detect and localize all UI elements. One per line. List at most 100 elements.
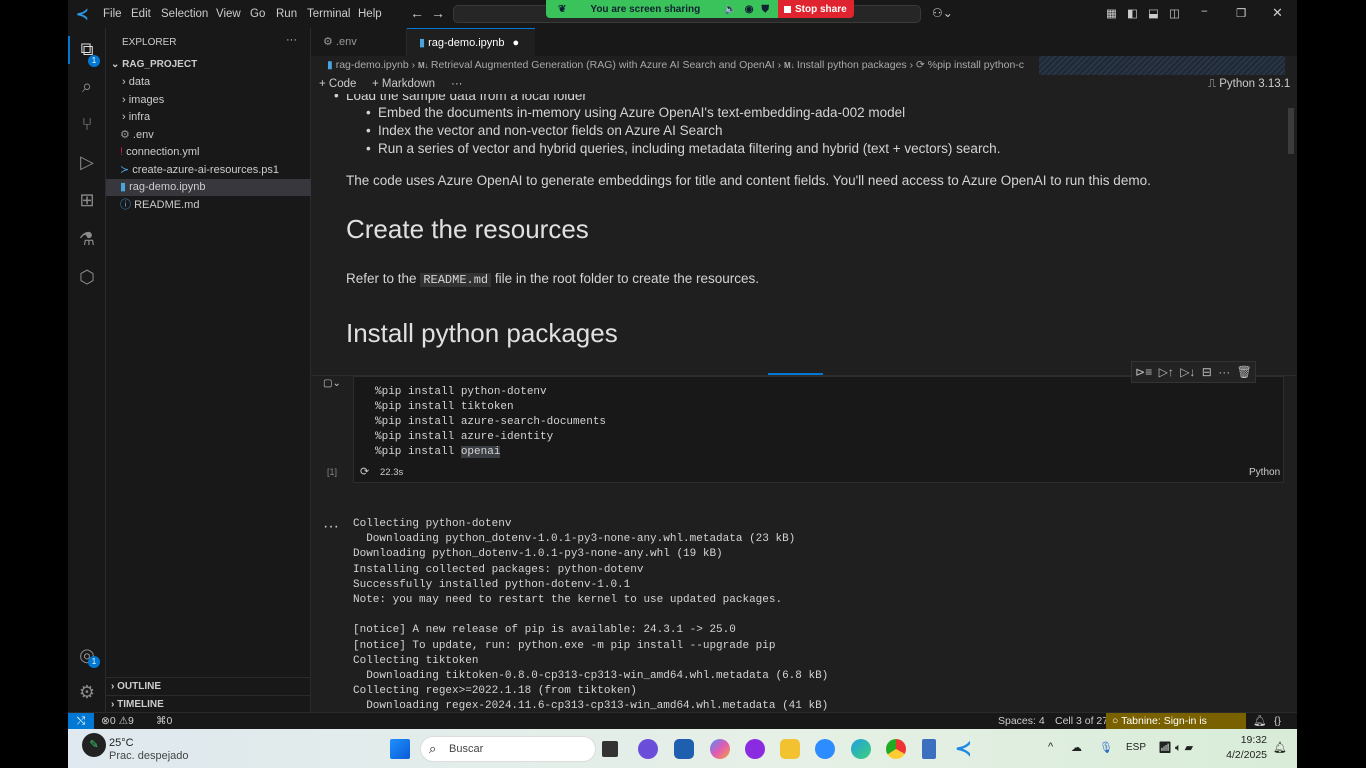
explorer-title: EXPLORER	[122, 37, 177, 48]
vscode-taskbar-icon[interactable]: ≺	[955, 739, 975, 759]
forward-arrow-icon[interactable]: →	[431, 5, 445, 21]
cell-select-icon[interactable]: ▢⌄	[323, 378, 341, 389]
run-by-line-icon[interactable]: ⊳≡	[1135, 365, 1152, 379]
toggle-secondary-sidebar-icon[interactable]: ◫	[1169, 6, 1180, 20]
unsaved-dot-icon[interactable]: ●	[513, 37, 520, 49]
title-bar: ≺ File Edit Selection View Go Run Termin…	[68, 0, 1297, 28]
search-icon[interactable]: ⌕	[76, 75, 98, 97]
menu-help[interactable]: Help	[358, 8, 382, 20]
tree-file-rag-demo[interactable]: ▮ rag-demo.ipynb	[106, 179, 311, 196]
search-icon: ⌕	[429, 741, 437, 756]
menu-terminal[interactable]: Terminal	[307, 8, 350, 20]
microphone-icon[interactable]: 🎙︎	[1099, 741, 1113, 754]
menu-edit[interactable]: Edit	[131, 8, 151, 20]
heading-install-packages: Install python packages	[346, 318, 618, 348]
project-root[interactable]: ⌄ RAG_PROJECT	[106, 56, 311, 73]
code-line: %pip install openai	[375, 446, 501, 458]
kernel-picker[interactable]: ⎍ Python 3.13.1	[1208, 75, 1290, 94]
output-line: Installing collected packages: python-do…	[353, 563, 644, 576]
tree-file-readme[interactable]: ⓘ README.md	[106, 197, 311, 214]
explorer-sidebar: EXPLORER ··· ⌄ RAG_PROJECT › data › imag…	[106, 28, 311, 712]
notebook-icon: ▮	[419, 37, 429, 49]
bullet: Index the vector and non-vector fields o…	[366, 123, 722, 138]
add-code-cell-button[interactable]: + Code	[319, 75, 356, 94]
taskbar-search[interactable]: ⌕ Buscar	[420, 736, 596, 762]
weather-icon[interactable]: ✎	[82, 733, 106, 757]
add-markdown-cell-button[interactable]: + Markdown	[372, 75, 435, 94]
remote-icon[interactable]: ⤭	[68, 713, 94, 730]
tree-file-ps1[interactable]: ≻ create-azure-ai-resources.ps1	[106, 162, 311, 179]
language-indicator[interactable]: ESP	[1126, 742, 1146, 753]
clock-time[interactable]: 19:32	[1233, 734, 1267, 746]
execute-below-icon[interactable]: ▷↓	[1180, 365, 1195, 379]
menu-selection[interactable]: Selection	[161, 8, 208, 20]
windows-start-icon[interactable]	[390, 739, 410, 759]
delete-icon[interactable]: 🗑	[1237, 365, 1252, 379]
run-debug-icon[interactable]: ▷	[76, 151, 98, 173]
tab-env[interactable]: ⚙ .env	[311, 28, 407, 56]
cell-indicator[interactable]: Cell 3 of 27	[1055, 713, 1108, 730]
source-control-icon[interactable]: ⑂	[76, 113, 98, 135]
file-explorer-icon[interactable]	[780, 739, 800, 759]
gear-icon: ⚙	[323, 36, 336, 48]
teams-icon[interactable]	[638, 739, 658, 759]
toggle-sidebar-icon[interactable]: ◧	[1127, 6, 1138, 20]
tabnine-status[interactable]: ○ Tabnine: Sign-in is required	[1106, 713, 1246, 744]
podcast-app-icon[interactable]	[745, 739, 765, 759]
task-view-icon[interactable]	[602, 741, 618, 757]
tree-folder-data[interactable]: › data	[106, 74, 311, 91]
tree-file-env[interactable]: ⚙ .env	[106, 127, 311, 144]
extensions-icon[interactable]: ⊞	[76, 189, 98, 211]
restore-icon[interactable]: ❐	[1236, 6, 1246, 20]
back-arrow-icon[interactable]: ←	[410, 5, 424, 21]
edge-icon[interactable]	[851, 739, 871, 759]
windows-taskbar: ✎ 25°C Prac. despejado ⌕ Buscar ≺ ^ ☁ 🎙︎…	[68, 729, 1297, 768]
notification-center-icon[interactable]: 🔔︎	[1273, 741, 1287, 754]
tree-folder-infra[interactable]: › infra	[106, 109, 311, 126]
copilot-icon[interactable]	[710, 739, 730, 759]
outline-section[interactable]: › OUTLINE	[106, 677, 311, 694]
output-more-icon[interactable]: ···	[323, 518, 339, 536]
chrome-icon[interactable]	[886, 739, 906, 759]
menu-go[interactable]: Go	[250, 8, 265, 20]
braces-icon[interactable]: {}	[1274, 713, 1281, 730]
timeline-section[interactable]: › TIMELINE	[106, 695, 311, 712]
stop-share-button[interactable]: Stop share	[778, 0, 854, 18]
minimize-icon[interactable]: −	[1201, 6, 1208, 18]
azure-icon[interactable]: ⬡	[76, 266, 98, 288]
ports-indicator[interactable]: ⌘0	[156, 713, 172, 730]
notifications-icon[interactable]: 🔔︎	[1253, 713, 1266, 730]
menu-file[interactable]: File	[103, 8, 122, 20]
layout-customize-icon[interactable]: ▦	[1106, 6, 1117, 20]
toggle-panel-icon[interactable]: ⬓	[1148, 6, 1159, 20]
split-cell-icon[interactable]: ⊟	[1202, 365, 1212, 379]
execute-above-icon[interactable]: ▷↑	[1159, 365, 1174, 379]
tree-file-connection-yml[interactable]: ! connection.yml	[106, 144, 311, 161]
store-icon[interactable]	[674, 739, 694, 759]
network-volume-battery-icon[interactable]: 📶︎ 🔈︎ ▰	[1158, 741, 1193, 755]
more-actions-icon[interactable]: ···	[286, 34, 297, 46]
close-icon[interactable]: ✕	[1272, 5, 1283, 21]
menu-run[interactable]: Run	[276, 8, 297, 20]
indentation-indicator[interactable]: Spaces: 4	[998, 713, 1045, 730]
scrollbar-thumb[interactable]	[1288, 108, 1294, 154]
copilot-icon[interactable]: ⚇⌄	[932, 6, 953, 20]
onedrive-icon[interactable]: ☁	[1071, 741, 1082, 754]
more-icon[interactable]: ···	[1218, 365, 1230, 379]
zoom-icon[interactable]	[815, 739, 835, 759]
settings-gear-icon[interactable]: ⚙	[76, 681, 98, 703]
problems-indicator[interactable]: ⊗0 ⚠9	[101, 713, 134, 730]
clock-date[interactable]: 4/2/2025	[1213, 749, 1267, 761]
menu-view[interactable]: View	[216, 8, 241, 20]
tab-rag-demo[interactable]: ▮ rag-demo.ipynb ●	[407, 28, 535, 56]
notepad-icon[interactable]	[922, 739, 936, 759]
execution-duration: 22.3s	[380, 467, 404, 478]
kernel-icon: ⎍	[1208, 78, 1220, 90]
tree-folder-images[interactable]: › images	[106, 92, 311, 109]
cell-language[interactable]: Python	[1249, 467, 1280, 478]
more-icon[interactable]: ···	[451, 75, 463, 94]
code-cell[interactable]: ▢⌄ ⊳≡ ▷↑ ▷↓ ⊟ ··· 🗑 %pip install python-doten…	[311, 361, 1284, 483]
vscode-logo-icon: ≺	[76, 6, 89, 23]
show-hidden-icons[interactable]: ^	[1048, 741, 1053, 753]
testing-icon[interactable]: ⚗	[76, 228, 98, 250]
